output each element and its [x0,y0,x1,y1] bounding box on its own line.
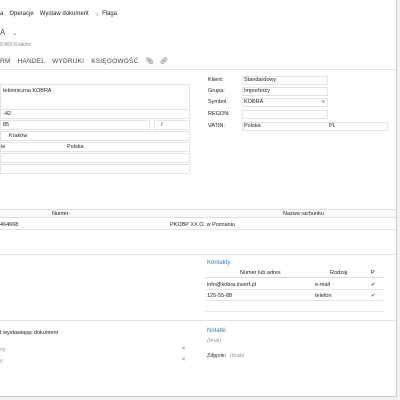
city-value: Kraków [9,133,28,139]
country-label: ie [1,144,6,150]
extra-field-2[interactable] [0,164,190,174]
local-number-field[interactable]: / [154,120,190,130]
col-p: P [371,270,375,276]
name-value: tektoniczna KOBRA [3,88,52,94]
chevron-down-icon[interactable]: ⌄ [12,31,17,37]
grupa-value: Importerzy [244,88,270,94]
regon-field[interactable] [242,110,328,119]
record-header: A ⌄ [0,28,17,37]
vatin-code-value: PL [329,123,336,129]
country-value: Polska [67,144,84,150]
application-window: a Operacje Wystaw dokument ☆ Flaga A ⌄ 0… [0,0,397,397]
street-field[interactable]: -42 [0,109,190,119]
street-number-value: -42 [3,111,11,117]
symbol-label: Symbol: [208,99,228,105]
bottom-field-2-value: y [0,358,3,364]
notes-value[interactable]: (brak) [207,338,221,344]
contact-type: e-mail [315,282,330,288]
menu-bar: a Operacje Wystaw dokument ☆ Flaga [0,8,123,20]
list-item[interactable]: 125-55-88 telefon ✔ [205,291,385,301]
link-icon[interactable]: 🔗︎ [160,57,168,65]
col-numer: Numer [52,211,69,217]
tab-bar: RM HANDEL WYDRUKI KSIĘGOWOŚĆ 📎︎ 🔗︎ [0,54,174,68]
col-nazwa-rachunku: Nazwa rachunku [283,211,324,217]
col-rodzaj: Rodzaj [330,270,348,276]
vatin-country-value: Polska [244,123,261,129]
record-initial: A [0,28,5,37]
table-row[interactable]: 464668 PKOBP XX O. w Poznaniu [0,220,396,230]
col-numer-lub-adres: Numer lub adres [240,270,281,276]
city-field[interactable]: Kraków [0,131,190,141]
klient-label: Klient: [208,77,224,83]
list-item-empty[interactable] [205,302,385,312]
vatin-label: VATIN: [208,123,225,129]
tab-firm[interactable]: RM [0,58,11,65]
list-item[interactable]: info@kobra.insert.pl e-mail ✔ [205,280,385,290]
menu-item-truncated[interactable]: a [0,11,3,17]
grupa-label: Grupa: [208,88,225,94]
photo-value[interactable]: (brak) [230,353,244,359]
menu-item-wystaw-dokument[interactable]: Wystaw dokument [40,11,89,17]
clear-icon[interactable]: ✕ [181,345,186,352]
account-name: PKOBP XX O. w Poznaniu [170,222,236,228]
menu-item-operacje[interactable]: Operacje [9,11,33,17]
check-icon[interactable]: ✔ [371,293,376,299]
bottom-field-1-value: ny [0,347,6,353]
record-address-subtitle: 0-866 Kraków [0,42,31,48]
postal-field[interactable]: 85 [0,120,150,130]
contact-value: 125-55-88 [207,293,233,299]
check-icon[interactable]: ✔ [371,282,376,288]
section-divider [0,320,396,321]
symbol-value: KOBRA [244,99,264,105]
slash-separator: / [161,122,163,128]
tab-wydruki[interactable]: WYDRUKI [52,58,84,65]
contact-value: info@kobra.insert.pl [207,282,256,288]
symbol-field[interactable]: KOBRA ≡ [242,98,328,107]
contact-type: telefon [315,293,332,299]
name-field[interactable]: tektoniczna KOBRA [0,84,190,112]
section-divider [0,254,396,255]
klient-field[interactable]: Standardowy [242,76,328,85]
notes-title: Notatki [207,328,226,334]
vatin-field[interactable]: Polska PL [242,122,388,131]
account-number: 464668 [0,222,19,228]
extra-field-1[interactable] [0,153,190,163]
regon-label: REGON: [208,111,230,117]
attachment-icon[interactable]: 📎︎ [145,57,153,65]
menu-item-flaga[interactable]: Flaga [102,11,117,17]
country-field[interactable]: ie Polska [0,142,190,152]
contacts-title: Kontakty [207,260,231,266]
contacts-table-header: Numer lub adres Rodzaj P [205,269,385,278]
issue-document-text: t wystawiając dokument [0,330,59,336]
tab-divider [0,69,396,70]
tab-handel[interactable]: HANDEL [18,58,46,65]
menu-icon[interactable]: ≡ [322,99,325,106]
grupa-field[interactable]: Importerzy [242,87,328,96]
accounts-table-header: Numer Nazwa rachunku [0,209,396,218]
clear-icon[interactable]: ✕ [181,356,186,363]
klient-value: Standardowy [244,77,277,83]
photo-label: Zdjęcie: [207,353,227,359]
postal-value: 85 [3,122,10,128]
tab-ksiegowosc[interactable]: KSIĘGOWOŚĆ [91,58,138,65]
star-icon[interactable]: ☆ [95,11,100,18]
